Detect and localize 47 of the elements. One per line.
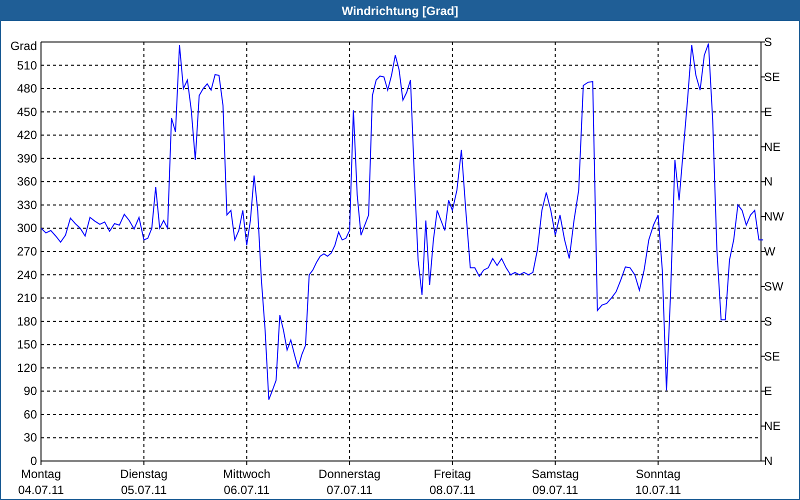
y-tick-label: 330 — [16, 198, 37, 212]
compass-tick-label: N — [764, 174, 773, 189]
weekday-label: Dienstag — [120, 467, 168, 481]
compass-tick-label: W — [764, 244, 776, 258]
y-tick-label: 210 — [16, 291, 37, 306]
compass-tick-label: E — [764, 104, 772, 119]
date-label: 06.07.11 — [224, 483, 270, 497]
weekday-label: Freitag — [434, 467, 472, 481]
compass-tick-label: NE — [764, 419, 781, 434]
compass-tick-label: NW — [764, 210, 784, 224]
date-label: 05.07.11 — [120, 483, 167, 497]
date-label: 08.07.11 — [430, 483, 476, 497]
y-tick-label: 90 — [24, 384, 37, 398]
y-tick-label: 120 — [16, 360, 37, 375]
y-tick-label: 450 — [16, 104, 37, 119]
date-label: 10.07.11 — [635, 483, 682, 497]
y-tick-label: 0 — [30, 454, 37, 468]
y-tick-label: 30 — [24, 430, 37, 445]
weekday-label: Montag — [20, 467, 62, 481]
weekday-label: Mittwoch — [223, 467, 270, 481]
compass-tick-label: SW — [764, 279, 784, 294]
y-tick-label: 150 — [16, 338, 37, 352]
compass-tick-label: S — [764, 314, 772, 328]
y-tick-label: 180 — [16, 314, 37, 328]
compass-tick-label: NE — [764, 140, 781, 154]
y-tick-label: 60 — [24, 407, 37, 422]
y-tick-label: 270 — [16, 244, 37, 258]
compass-tick-label: SE — [764, 70, 780, 84]
weekday-label: Sonntag — [636, 467, 680, 481]
compass-tick-label: N — [764, 454, 773, 468]
window-title: Windrichtung [Grad] — [1, 0, 799, 21]
date-label: 09.07.11 — [532, 483, 578, 497]
date-label: 04.07.11 — [18, 483, 64, 497]
y-axis-title: Grad — [10, 39, 37, 53]
y-tick-label: 390 — [16, 151, 37, 166]
y-tick-label: 360 — [16, 174, 37, 189]
y-tick-label: 510 — [16, 58, 37, 72]
y-tick-label: 420 — [16, 128, 37, 142]
date-label: 07.07.11 — [326, 483, 372, 497]
compass-tick-label: SE — [764, 349, 780, 364]
compass-tick-label: E — [764, 384, 772, 398]
weekday-label: Samstag — [532, 467, 579, 481]
weekday-label: Donnerstag — [318, 467, 381, 481]
y-tick-label: 300 — [16, 221, 37, 236]
y-tick-label: 480 — [16, 82, 37, 96]
compass-tick-label: S — [764, 35, 772, 49]
y-tick-label: 240 — [16, 268, 37, 282]
